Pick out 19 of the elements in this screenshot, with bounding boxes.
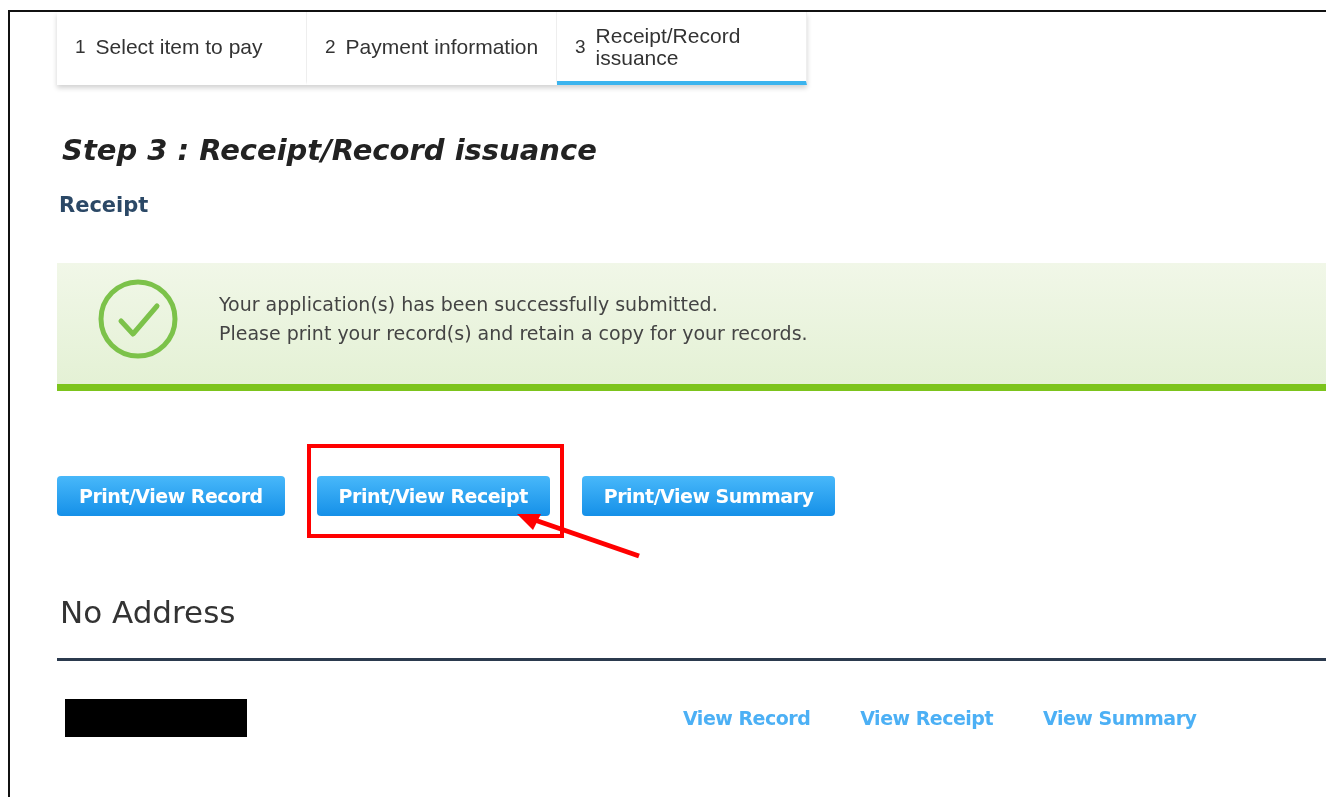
address-title: No Address: [60, 594, 237, 630]
success-message: Your application(s) has been successfully submitted. Please print your record(s) and retain a copy for your records.: [219, 291, 808, 346]
step-label: Select item to pay: [95, 35, 263, 58]
view-link[interactable]: View Record: [683, 707, 811, 729]
view-link[interactable]: View Receipt: [860, 707, 994, 729]
check-circle-icon: [97, 277, 179, 360]
step-tab[interactable]: 1 Select item to pay: [57, 12, 307, 85]
view-link[interactable]: View Summary: [1043, 707, 1197, 729]
step-tab[interactable]: 2 Payment information: [307, 12, 557, 85]
step-label: Receipt/Record issuance: [595, 24, 742, 69]
step-number: 3: [575, 35, 586, 58]
print-view-button[interactable]: Print/View Receipt: [316, 476, 550, 516]
step-label: Payment information: [345, 35, 539, 58]
print-view-button[interactable]: Print/View Record: [57, 476, 285, 516]
section-title: Receipt: [59, 193, 150, 217]
print-view-button[interactable]: Print/View Summary: [581, 476, 836, 516]
page-heading: Step 3 : Receipt/Record issuance: [62, 133, 598, 167]
step-number: 1: [75, 35, 86, 58]
step-number: 2: [325, 35, 336, 58]
